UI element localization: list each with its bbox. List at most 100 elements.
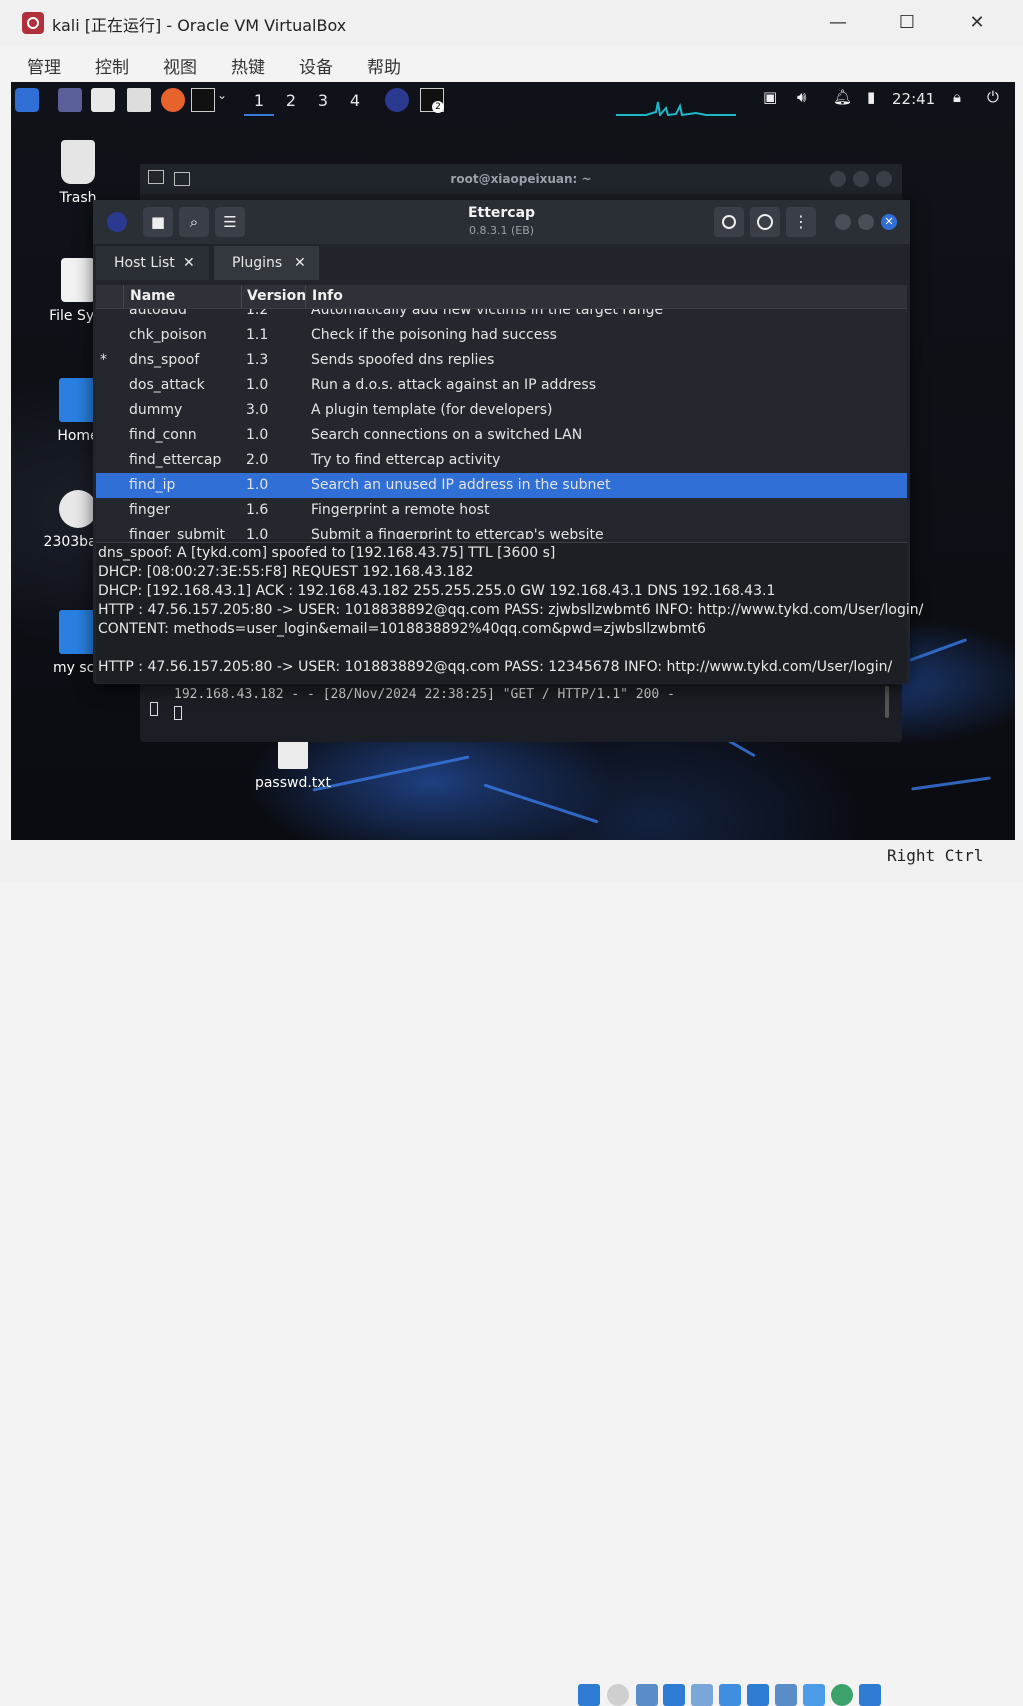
workspace-3[interactable]: 3 — [308, 88, 338, 114]
host-titlebar: kali [正在运行] - Oracle VM VirtualBox — ☐ ✕ — [0, 0, 1023, 46]
plugin-row[interactable]: chk_poison 1.1 Check if the poisoning had … — [96, 323, 907, 348]
display-icon[interactable]: ▣ — [763, 88, 787, 112]
close-tab-icon[interactable]: ✕ — [183, 246, 195, 280]
shared-folders-status-icon[interactable] — [719, 1684, 741, 1706]
plugin-row[interactable]: finger_submit 1.0 Submit a fingerprint to … — [96, 523, 907, 539]
menu-help[interactable]: 帮助 — [367, 53, 401, 78]
host-statusbar: Right Ctrl — [0, 840, 1023, 1706]
menu-devices[interactable]: 设备 — [299, 53, 333, 78]
ettercap-close-button[interactable]: ✕ — [881, 214, 897, 230]
workspace-1[interactable]: 1 — [244, 88, 274, 116]
desktop-icon-passwd[interactable]: passwd.txt — [248, 737, 338, 791]
plugin-version: 2.0 — [246, 452, 269, 468]
plugin-version: 1.1 — [246, 327, 269, 343]
plugin-info: A plugin template (for developers) — [311, 402, 553, 418]
plugin-row[interactable]: find_ip 1.0 Search an unused IP address in… — [96, 473, 907, 498]
more-options-button[interactable]: ⋮ — [786, 207, 816, 237]
ettercap-maximize-button[interactable] — [858, 214, 874, 230]
plugin-info: Automatically add new victims in the tar… — [311, 309, 664, 318]
tab-plugins[interactable]: Plugins ✕ — [214, 246, 319, 280]
harddisk-status-icon[interactable] — [578, 1684, 600, 1706]
terminal-minimize-button[interactable] — [830, 171, 846, 187]
panel-clock[interactable]: 22:41 — [892, 90, 935, 108]
log-line: DHCP: [08:00:27:3E:55:F8] REQUEST 192.16… — [98, 564, 474, 580]
tab-label: Host List — [114, 255, 175, 271]
guest-screen: ⌄ 1 2 3 4 2 ▣ 🔊︎ 🔔︎ ▮ 22:41 🔒︎ ⏻ Trash F… — [11, 82, 1015, 840]
volume-icon[interactable]: 🔊︎ — [797, 88, 821, 112]
close-button[interactable]: ✕ — [954, 8, 1000, 38]
optical-drive-status-icon[interactable] — [607, 1684, 629, 1706]
minimize-button[interactable]: — — [815, 8, 861, 38]
network-status-icon[interactable] — [663, 1684, 685, 1706]
terminal-icon[interactable] — [191, 88, 215, 112]
ettercap-taskbar-icon[interactable] — [385, 88, 409, 112]
close-tab-icon[interactable]: ✕ — [294, 246, 306, 280]
home-folder-icon — [59, 378, 97, 422]
display-status-icon[interactable] — [747, 1684, 769, 1706]
table-header: Name Version Info — [96, 285, 907, 309]
plugin-name: chk_poison — [129, 327, 207, 343]
host-key-label: Right Ctrl — [887, 846, 984, 865]
drive-icon — [61, 258, 95, 302]
mitm-menu-button[interactable] — [714, 207, 744, 237]
chevron-down-icon[interactable]: ⌄ — [217, 88, 241, 112]
keyboard-capture-icon[interactable] — [859, 1684, 881, 1706]
plugin-row[interactable]: * dns_spoof 1.3 Sends spoofed dns replies — [96, 348, 907, 373]
battery-icon[interactable]: ▮ — [867, 88, 891, 112]
terminal-cursor-left — [150, 702, 158, 716]
menu-hotkey[interactable]: 热键 — [231, 53, 265, 78]
virtualization-status-icon[interactable] — [803, 1684, 825, 1706]
plugin-version: 1.0 — [246, 377, 269, 393]
column-header-info[interactable]: Info — [312, 288, 343, 304]
text-editor-icon[interactable] — [127, 88, 151, 112]
workspace-2[interactable]: 2 — [276, 88, 306, 114]
plugin-name: finger_submit — [129, 527, 226, 539]
show-desktop-icon[interactable] — [58, 88, 82, 112]
plugin-row[interactable]: dos_attack 1.0 Run a d.o.s. attack against… — [96, 373, 907, 398]
notification-bell-icon[interactable]: 🔔︎ — [833, 88, 857, 112]
terminal-cursor — [174, 706, 182, 720]
record-button[interactable] — [750, 207, 780, 237]
plugin-row[interactable]: dummy 3.0 A plugin template (for developer… — [96, 398, 907, 423]
terminal-close-button[interactable] — [876, 171, 892, 187]
terminal-scrollbar[interactable] — [885, 686, 889, 718]
plugin-row[interactable]: finger 1.6 Fingerprint a remote host — [96, 498, 907, 523]
trash-icon — [61, 140, 95, 184]
menu-control[interactable]: 控制 — [95, 53, 129, 78]
plugin-version: 1.0 — [246, 527, 269, 539]
menu-manage[interactable]: 管理 — [27, 53, 61, 78]
column-header-name[interactable]: Name — [130, 288, 175, 304]
menu-view[interactable]: 视图 — [163, 53, 197, 78]
maximize-button[interactable]: ☐ — [884, 8, 930, 38]
plugin-info: Check if the poisoning had success — [311, 327, 557, 343]
mouse-integration-status-icon[interactable] — [831, 1684, 853, 1706]
tab-host-list[interactable]: Host List ✕ — [96, 246, 209, 280]
column-header-version[interactable]: Version — [247, 288, 306, 304]
kali-menu-icon[interactable] — [15, 88, 39, 112]
desktop-icon-trash[interactable]: Trash — [33, 140, 123, 206]
plugin-info: Search an unused IP address in the subne… — [311, 477, 611, 493]
lock-icon[interactable]: 🔒︎ — [953, 88, 977, 112]
plugin-name: dummy — [129, 402, 183, 418]
plugin-version: 1.0 — [246, 477, 269, 493]
terminal-maximize-button[interactable] — [853, 171, 869, 187]
recording-status-icon[interactable] — [775, 1684, 797, 1706]
ettercap-minimize-button[interactable] — [835, 214, 851, 230]
plugin-row[interactable]: find_ettercap 2.0 Try to find ettercap act… — [96, 448, 907, 473]
file-manager-icon[interactable] — [91, 88, 115, 112]
plugin-row[interactable]: autoadd 1.2 Automatically add new victims … — [96, 309, 907, 323]
log-line: HTTP : 47.56.157.205:80 -> USER: 1018838… — [98, 659, 893, 675]
logout-icon[interactable]: ⏻ — [987, 88, 1011, 112]
plugin-name: dos_attack — [129, 377, 205, 393]
plugin-row[interactable]: find_conn 1.0 Search connections on a swit… — [96, 423, 907, 448]
ettercap-window[interactable]: ■ ⌕ ☰ Ettercap 0.8.3.1 (EB) ⋮ ✕ Host Lis… — [93, 200, 923, 684]
usb-status-icon[interactable] — [691, 1684, 713, 1706]
plugin-version: 1.3 — [246, 352, 269, 368]
plugin-info: Sends spoofed dns replies — [311, 352, 495, 368]
plugin-version: 3.0 — [246, 402, 269, 418]
log-line: HTTP : 47.56.157.205:80 -> USER: 1018838… — [98, 602, 924, 618]
firefox-icon[interactable] — [161, 88, 185, 112]
audio-status-icon[interactable] — [636, 1684, 658, 1706]
workspace-4[interactable]: 4 — [340, 88, 370, 114]
terminal-count-badge: 2 — [432, 101, 444, 113]
